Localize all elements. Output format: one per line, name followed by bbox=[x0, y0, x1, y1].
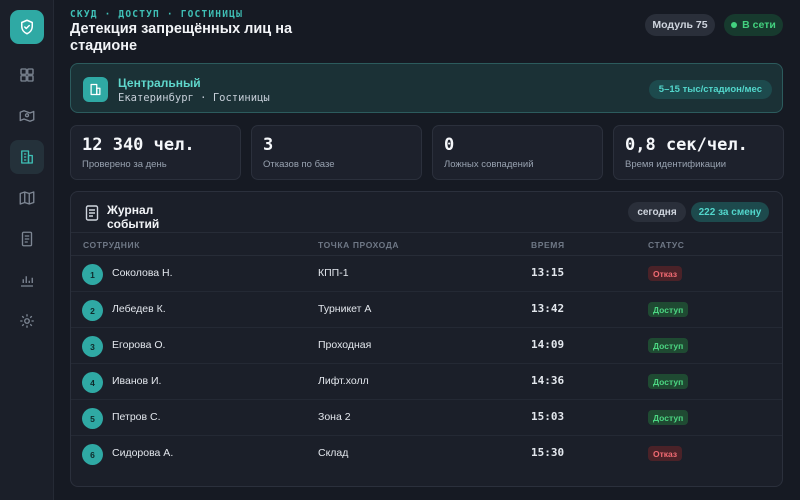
location-name: Центральный bbox=[118, 76, 201, 90]
row-number: 1 bbox=[82, 264, 103, 285]
location-subtitle: Екатеринбург · Гостиницы bbox=[118, 92, 270, 104]
page-title: Детекция запрещённых лиц на стадионе bbox=[70, 21, 293, 54]
employee-name: Лебедев К. bbox=[112, 303, 166, 315]
document-icon[interactable] bbox=[10, 222, 44, 256]
breadcrumb: СКУД · ДОСТУП · ГОСТИНИЦЫ bbox=[70, 9, 243, 20]
employee-name: Сидорова А. bbox=[112, 447, 174, 459]
stat-card-id-time: 0,8 сек/чел. Время идентификации bbox=[613, 125, 784, 180]
stat-label: Время идентификации bbox=[625, 159, 727, 170]
column-header[interactable]: СТАТУС bbox=[648, 240, 685, 250]
stat-value: 12 340 чел. bbox=[82, 135, 195, 155]
status-dot-icon bbox=[731, 22, 738, 28]
gear-icon[interactable] bbox=[10, 304, 44, 338]
module-badge: Модуль 75 bbox=[645, 14, 715, 36]
online-status-label: В сети bbox=[742, 19, 776, 31]
sidebar bbox=[0, 0, 54, 500]
journal-title: Журнал событий bbox=[107, 203, 160, 231]
status-badge: Доступ bbox=[648, 374, 689, 389]
access-point: Склад bbox=[318, 447, 349, 459]
access-point: Турникет А bbox=[318, 303, 372, 315]
event-time: 13:15 bbox=[531, 266, 565, 279]
today-filter-button[interactable]: сегодня bbox=[628, 202, 686, 222]
employee-name: Петров С. bbox=[112, 411, 161, 423]
location-card[interactable]: Центральный Екатеринбург · Гостиницы 5–1… bbox=[70, 63, 783, 113]
column-header[interactable]: ТОЧКА ПРОХОДА bbox=[318, 240, 399, 250]
row-number: 3 bbox=[82, 336, 103, 357]
employee-name: Соколова Н. bbox=[112, 267, 173, 279]
building-icon[interactable] bbox=[10, 140, 44, 174]
status-badge: Отказ bbox=[648, 446, 683, 461]
events-journal: Журнал событий сегодня 222 за смену СОТР… bbox=[70, 191, 783, 487]
access-point: Лифт.холл bbox=[318, 375, 369, 387]
employee-name: Иванов И. bbox=[112, 375, 162, 387]
event-time: 14:36 bbox=[531, 374, 565, 387]
stat-card-false-matches: 0 Ложных совпадений bbox=[432, 125, 603, 180]
event-time: 13:42 bbox=[531, 302, 565, 315]
stat-value: 0 bbox=[444, 135, 455, 155]
event-time: 15:03 bbox=[531, 410, 565, 423]
building-icon bbox=[83, 77, 108, 102]
stat-value: 3 bbox=[263, 135, 274, 155]
table-row[interactable]: 6 Сидорова А. Склад 15:30 Отказ bbox=[71, 436, 782, 472]
location-range-badge: 5–15 тыс/стадион/мес bbox=[648, 80, 772, 99]
shift-count-badge: 222 за смену bbox=[691, 202, 769, 222]
row-number: 2 bbox=[82, 300, 103, 321]
event-time: 15:30 bbox=[531, 446, 565, 459]
shield-logo-icon[interactable] bbox=[10, 10, 44, 44]
event-time: 14:09 bbox=[531, 338, 565, 351]
table-row[interactable]: 4 Иванов И. Лифт.холл 14:36 Доступ bbox=[71, 364, 782, 400]
access-point: Зона 2 bbox=[318, 411, 351, 423]
online-status-badge: В сети bbox=[724, 14, 783, 36]
stat-label: Отказов по базе bbox=[263, 159, 335, 170]
bar-chart-icon[interactable] bbox=[10, 263, 44, 297]
row-number: 4 bbox=[82, 372, 103, 393]
map-icon[interactable] bbox=[10, 181, 44, 215]
status-badge: Отказ bbox=[648, 266, 683, 281]
status-badge: Доступ bbox=[648, 338, 689, 353]
map-pin-icon[interactable] bbox=[10, 99, 44, 133]
access-point: Проходная bbox=[318, 339, 372, 351]
journal-icon bbox=[85, 205, 99, 221]
stat-label: Проверено за день bbox=[82, 159, 167, 170]
table-row[interactable]: 5 Петров С. Зона 2 15:03 Доступ bbox=[71, 400, 782, 436]
stat-label: Ложных совпадений bbox=[444, 159, 534, 170]
row-number: 5 bbox=[82, 408, 103, 429]
stat-value: 0,8 сек/чел. bbox=[625, 135, 748, 155]
stat-card-refusals: 3 Отказов по базе bbox=[251, 125, 422, 180]
employee-name: Егорова О. bbox=[112, 339, 166, 351]
stat-card-checked: 12 340 чел. Проверено за день bbox=[70, 125, 241, 180]
row-number: 6 bbox=[82, 444, 103, 465]
status-badge: Доступ bbox=[648, 302, 689, 317]
table-row[interactable]: 1 Соколова Н. КПП-1 13:15 Отказ bbox=[71, 256, 782, 292]
column-header[interactable]: ВРЕМЯ bbox=[531, 240, 565, 250]
dashboard-icon[interactable] bbox=[10, 58, 44, 92]
column-header[interactable]: СОТРУДНИК bbox=[83, 240, 140, 250]
table-row[interactable]: 3 Егорова О. Проходная 14:09 Доступ bbox=[71, 328, 782, 364]
status-badge: Доступ bbox=[648, 410, 689, 425]
table-row[interactable]: 2 Лебедев К. Турникет А 13:42 Доступ bbox=[71, 292, 782, 328]
access-point: КПП-1 bbox=[318, 267, 349, 279]
table-header: СОТРУДНИК ТОЧКА ПРОХОДА ВРЕМЯ СТАТУС bbox=[71, 232, 782, 256]
